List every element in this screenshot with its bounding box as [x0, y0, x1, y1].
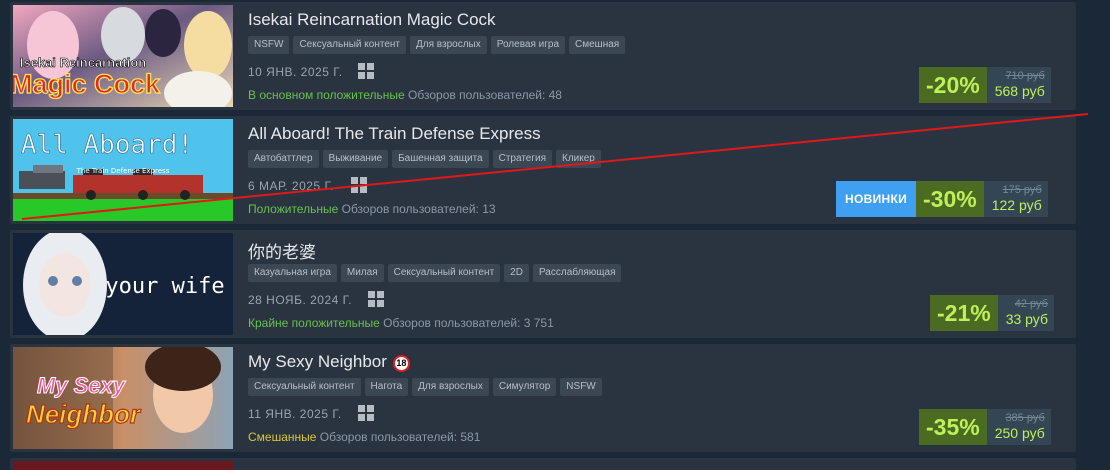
tag[interactable]: Для взрослых	[412, 378, 489, 396]
game-title[interactable]: All Aboard! The Train Defense Express	[248, 124, 541, 144]
game-capsule-image: Isekai Reincarnation Magic Cock	[13, 5, 233, 107]
discount-percent: -30%	[916, 181, 984, 217]
release-date: 28 НОЯБ. 2024 Г.	[248, 293, 353, 307]
discount-percent: -20%	[919, 67, 987, 103]
price-values: 710 руб 568 руб	[986, 67, 1051, 103]
tag-list: Казуальная игра Милая Сексуальный контен…	[248, 264, 622, 282]
capsule-caption: My Sexy	[37, 373, 127, 398]
tag[interactable]: Казуальная игра	[248, 264, 337, 282]
tag[interactable]: Сексуальный контент	[293, 36, 406, 54]
review-count: Обзоров пользователей: 13	[341, 202, 496, 216]
windows-icon	[351, 177, 367, 193]
tag[interactable]: Сексуальный контент	[387, 264, 501, 282]
review-summary: Смешанные Обзоров пользователей: 581	[248, 430, 480, 444]
capsule-caption: Magic Cock	[13, 69, 161, 99]
capsule-caption: Neighbor	[26, 399, 142, 429]
review-summary: В основном положительные Обзоров пользов…	[248, 88, 562, 102]
tag[interactable]: Симулятор	[492, 378, 557, 396]
discount-percent: -21%	[930, 295, 998, 331]
release-date: 11 ЯНВ. 2025 Г.	[248, 407, 342, 421]
release-date: 6 МАР. 2025 Г.	[248, 179, 334, 193]
price-block[interactable]: -35% 385 руб 250 руб	[919, 409, 1051, 445]
new-release-badge: НОВИНКИ	[836, 181, 917, 217]
tag[interactable]: Сексуальный контент	[248, 378, 361, 396]
tag-list: Сексуальный контент Нагота Для взрослых …	[248, 378, 602, 396]
game-capsule-image: My Sexy Neighbor	[13, 347, 233, 449]
release-date: 10 ЯНВ. 2025 Г.	[248, 65, 343, 79]
windows-icon	[358, 405, 374, 421]
tag[interactable]: NSFW	[560, 378, 602, 396]
review-summary: Крайне положительные Обзоров пользовател…	[248, 316, 554, 330]
review-rating[interactable]: Крайне положительные	[248, 316, 380, 330]
tag[interactable]: Для взрослых	[410, 36, 487, 54]
windows-icon	[368, 291, 384, 307]
capsule-caption: The Train Defense Express	[76, 167, 170, 175]
discount-percent: -35%	[919, 409, 987, 445]
review-summary: Положительные Обзоров пользователей: 13	[248, 202, 496, 216]
review-count: Обзоров пользователей: 48	[408, 88, 562, 102]
final-price: 122 руб	[991, 197, 1042, 213]
final-price: 568 руб	[994, 83, 1045, 99]
review-count: Обзоров пользователей: 3 751	[383, 316, 554, 330]
tag[interactable]: Башенная защита	[392, 150, 489, 168]
review-count: Обзоров пользователей: 581	[319, 430, 481, 444]
game-row-my-sexy-neighbor[interactable]: My Sexy Neighbor My Sexy Neighbor 18 Секс…	[10, 344, 1076, 452]
age-restriction-icon: 18	[392, 355, 410, 372]
tag[interactable]: Выживание	[322, 150, 389, 168]
capsule-caption: Isekai Reincarnation	[20, 55, 146, 70]
original-price: 710 руб	[1005, 70, 1045, 82]
final-price: 33 руб	[1005, 311, 1048, 327]
price-block[interactable]: -20% 710 руб 568 руб	[919, 67, 1051, 103]
tag[interactable]: Стратегия	[492, 150, 552, 168]
tag[interactable]: Автобаттлер	[248, 150, 319, 168]
game-title[interactable]: My Sexy Neighbor 18	[248, 352, 410, 372]
review-rating[interactable]: Положительные	[248, 202, 338, 216]
tag[interactable]: Ролевая игра	[490, 36, 566, 54]
price-values: 42 руб 33 руб	[997, 295, 1054, 331]
original-price: 42 руб	[1014, 298, 1048, 310]
game-row-your-wife[interactable]: your wife 你的老婆 Казуальная игра Милая Сек…	[10, 230, 1076, 338]
capsule-caption: All Aboard!	[21, 130, 193, 160]
tag[interactable]: 2D	[504, 264, 529, 282]
review-rating[interactable]: В основном положительные	[248, 88, 405, 102]
original-price: 385 руб	[1005, 412, 1045, 424]
game-title[interactable]: 你的老婆	[248, 238, 316, 263]
final-price: 250 руб	[994, 425, 1045, 441]
game-row-partial[interactable]	[10, 458, 1076, 470]
tag-list: NSFW Сексуальный контент Для взрослых Ро…	[248, 36, 626, 54]
price-block[interactable]: -21% 42 руб 33 руб	[930, 295, 1054, 331]
game-capsule-image: All Aboard! The Train Defense Express	[13, 119, 233, 221]
review-rating[interactable]: Смешанные	[248, 430, 316, 444]
tag[interactable]: Расслабляющая	[532, 264, 622, 282]
game-capsule-image: your wife	[13, 233, 233, 335]
game-row-isekai[interactable]: Isekai Reincarnation Magic Cock Isekai R…	[10, 2, 1076, 110]
tag[interactable]: Смешная	[569, 36, 626, 54]
game-row-all-aboard[interactable]: All Aboard! The Train Defense Express Al…	[10, 116, 1076, 224]
capsule-caption: your wife	[105, 274, 224, 299]
tag[interactable]: Кликер	[556, 150, 601, 168]
tag[interactable]: Нагота	[364, 378, 409, 396]
windows-icon	[358, 63, 374, 79]
original-price: 175 руб	[1002, 184, 1042, 196]
game-title[interactable]: Isekai Reincarnation Magic Cock	[248, 10, 496, 30]
tag-list: Автобаттлер Выживание Башенная защита Ст…	[248, 150, 601, 168]
tag[interactable]: Милая	[340, 264, 384, 282]
tag[interactable]: NSFW	[248, 36, 290, 54]
price-values: 175 руб 122 руб	[983, 181, 1048, 217]
price-values: 385 руб 250 руб	[986, 409, 1051, 445]
price-block[interactable]: НОВИНКИ -30% 175 руб 122 руб	[836, 181, 1048, 217]
game-title-text[interactable]: My Sexy Neighbor	[248, 352, 387, 371]
